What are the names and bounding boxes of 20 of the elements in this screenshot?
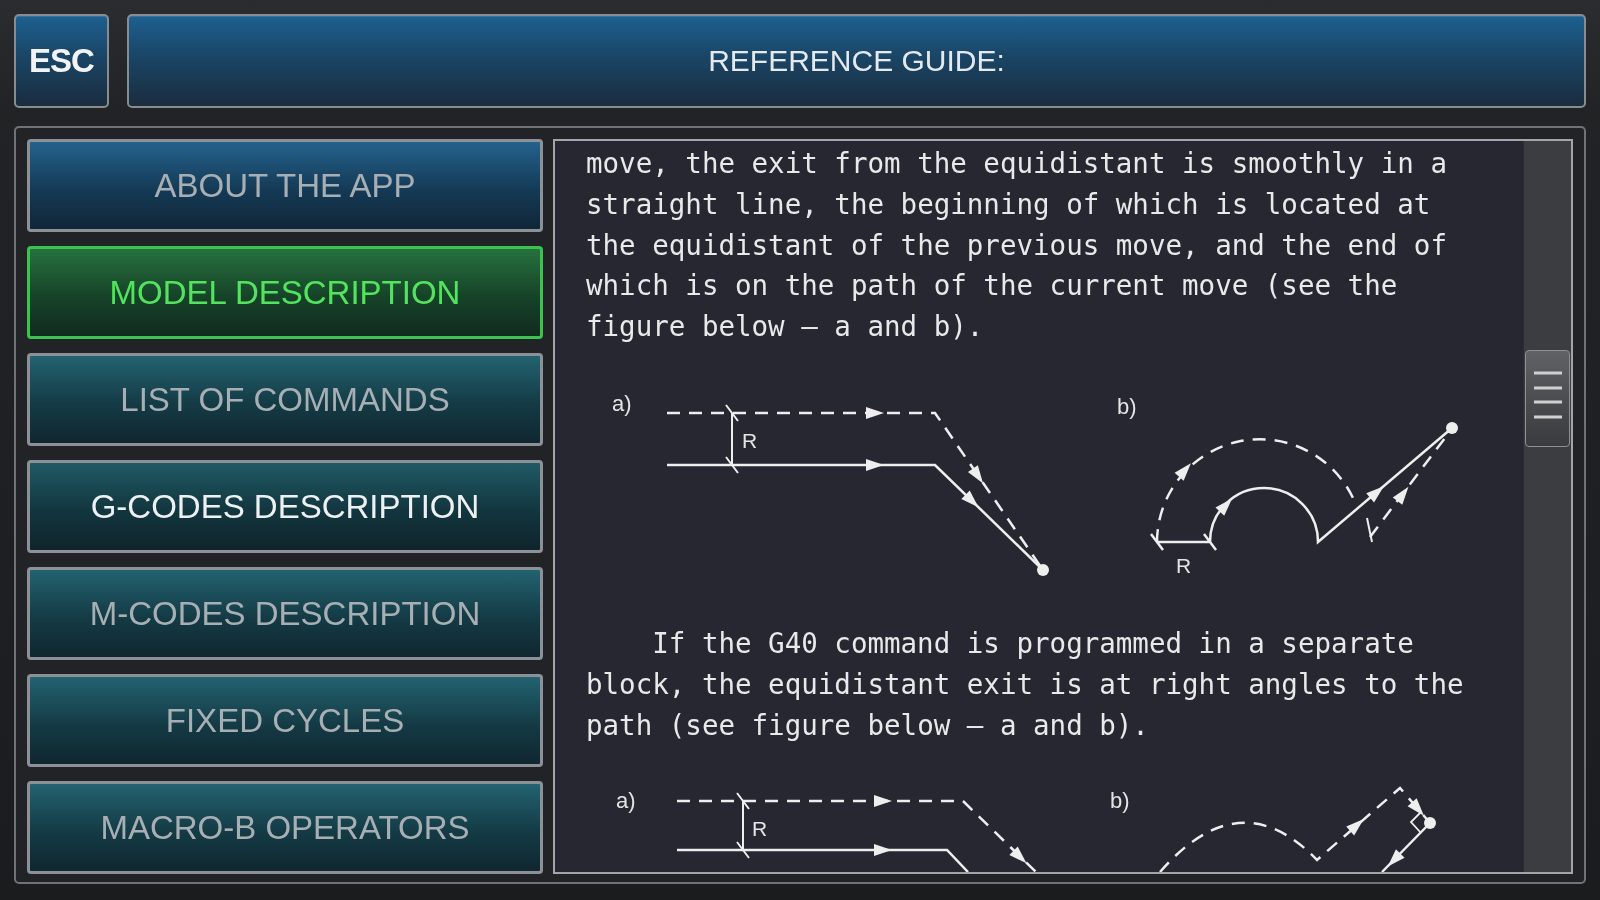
guide-paragraph: move, the exit from the equidistant is smoothly in a straight line, the beginning of which is located at the equidistant of the previous move, and the end of which is on the path of the current move (see the figure below – a and b). <box>586 146 1448 345</box>
nav-button[interactable]: MODEL DESCRIPTION <box>27 246 543 339</box>
nav-button[interactable]: MACRO-B OPERATORS <box>27 781 543 874</box>
nav-button[interactable]: FIXED CYCLES <box>27 674 543 767</box>
title-bar: REFERENCE GUIDE: <box>127 14 1586 108</box>
nav-button[interactable]: ABOUT THE APP <box>27 139 543 232</box>
dimension-label: R <box>752 817 768 841</box>
esc-button[interactable]: ESC <box>14 14 109 108</box>
dimension-label: R <box>1176 554 1192 577</box>
scrollbar-thumb[interactable] <box>1525 350 1570 447</box>
nav-button[interactable]: M-CODES DESCRIPTION <box>27 567 543 660</box>
figure-label: b) <box>1110 788 1130 814</box>
nav-button[interactable]: G-CODES DESCRIPTION <box>27 460 543 553</box>
guide-paragraph: If the G40 command is programmed in a separate block, the equidistant exit is at right angles to the path (see figure below – a and b). <box>586 626 1465 743</box>
figure-label: a) <box>612 391 632 416</box>
figure-label: b) <box>1117 394 1137 419</box>
grip-icon <box>1532 369 1563 420</box>
dimension-label: R <box>742 429 758 452</box>
figure-label: a) <box>616 788 636 814</box>
nav-button[interactable]: LIST OF COMMANDS <box>27 353 543 446</box>
